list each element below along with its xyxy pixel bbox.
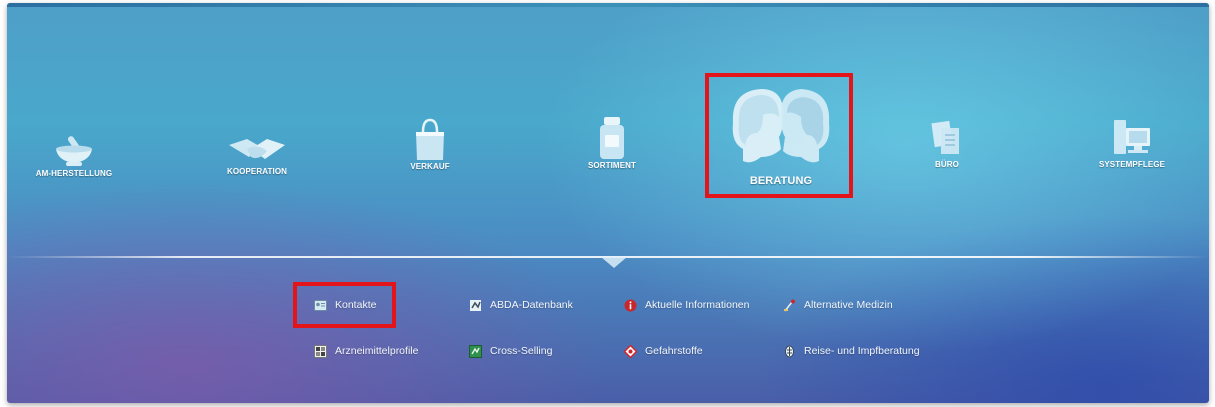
nav-kooperation[interactable]: KOOPERATION xyxy=(212,135,302,176)
submenu-reise-impfberatung[interactable]: Reise- und Impfberatung xyxy=(783,343,920,359)
hazard-icon xyxy=(624,344,637,358)
submenu-abda-datenbank[interactable]: ABDA-Datenbank xyxy=(469,297,573,313)
nav-label: BÜRO xyxy=(935,160,959,169)
herb-icon xyxy=(783,299,796,312)
cross-selling-icon xyxy=(469,344,482,358)
mortar-pestle-icon xyxy=(56,136,92,166)
submenu-aktuelle-informationen[interactable]: Aktuelle Informationen xyxy=(624,297,749,313)
nav-label: KOOPERATION xyxy=(226,167,288,176)
handshake-icon xyxy=(229,139,285,159)
submenu-label: Cross-Selling xyxy=(490,345,553,357)
nav-label: VERKAUF xyxy=(410,162,450,171)
nav-label: SORTIMENT xyxy=(587,161,636,170)
submenu-alternative-medizin[interactable]: Alternative Medizin xyxy=(783,297,893,313)
nav-sortiment[interactable]: SORTIMENT xyxy=(567,115,657,170)
nav-am-herstellung[interactable]: AM-HERSTELLUNG xyxy=(29,133,119,178)
shopping-bag-icon xyxy=(416,118,444,160)
nav-label: SYSTEMPFLEGE xyxy=(1098,160,1166,169)
vaccination-icon xyxy=(783,345,796,358)
submenu-label: Gefahrstoffe xyxy=(645,345,703,357)
nav-verkauf[interactable]: VERKAUF xyxy=(385,118,475,171)
submenu-label: Alternative Medizin xyxy=(804,299,893,311)
documents-icon xyxy=(931,120,959,154)
top-band xyxy=(7,3,1209,7)
submenu-gefahrstoffe[interactable]: Gefahrstoffe xyxy=(624,343,703,359)
chevron-down-icon xyxy=(601,257,627,268)
submenu-arzneimittelprofile[interactable]: Arzneimittelprofile xyxy=(314,343,418,359)
highlight-box-kontakte xyxy=(293,282,396,328)
submenu-cross-selling[interactable]: Cross-Selling xyxy=(469,343,552,359)
nav-buero[interactable]: BÜRO xyxy=(907,118,987,169)
info-icon xyxy=(624,299,637,312)
database-icon xyxy=(469,299,482,312)
profile-grid-icon xyxy=(314,344,327,358)
highlight-box-beratung xyxy=(705,73,853,198)
submenu-label: Aktuelle Informationen xyxy=(645,299,750,311)
nav-systempflege[interactable]: SYSTEMPFLEGE xyxy=(1087,116,1177,169)
app-frame: AM-HERSTELLUNG KOOPERATION VERKAUF SORTI… xyxy=(7,3,1209,403)
submenu-label: Reise- und Impfberatung xyxy=(804,345,920,357)
submenu-label: ABDA-Datenbank xyxy=(490,299,573,311)
computer-icon xyxy=(1114,120,1150,154)
submenu-label: Arzneimittelprofile xyxy=(335,345,419,357)
medicine-jar-icon xyxy=(600,117,624,159)
nav-label: AM-HERSTELLUNG xyxy=(35,169,113,178)
